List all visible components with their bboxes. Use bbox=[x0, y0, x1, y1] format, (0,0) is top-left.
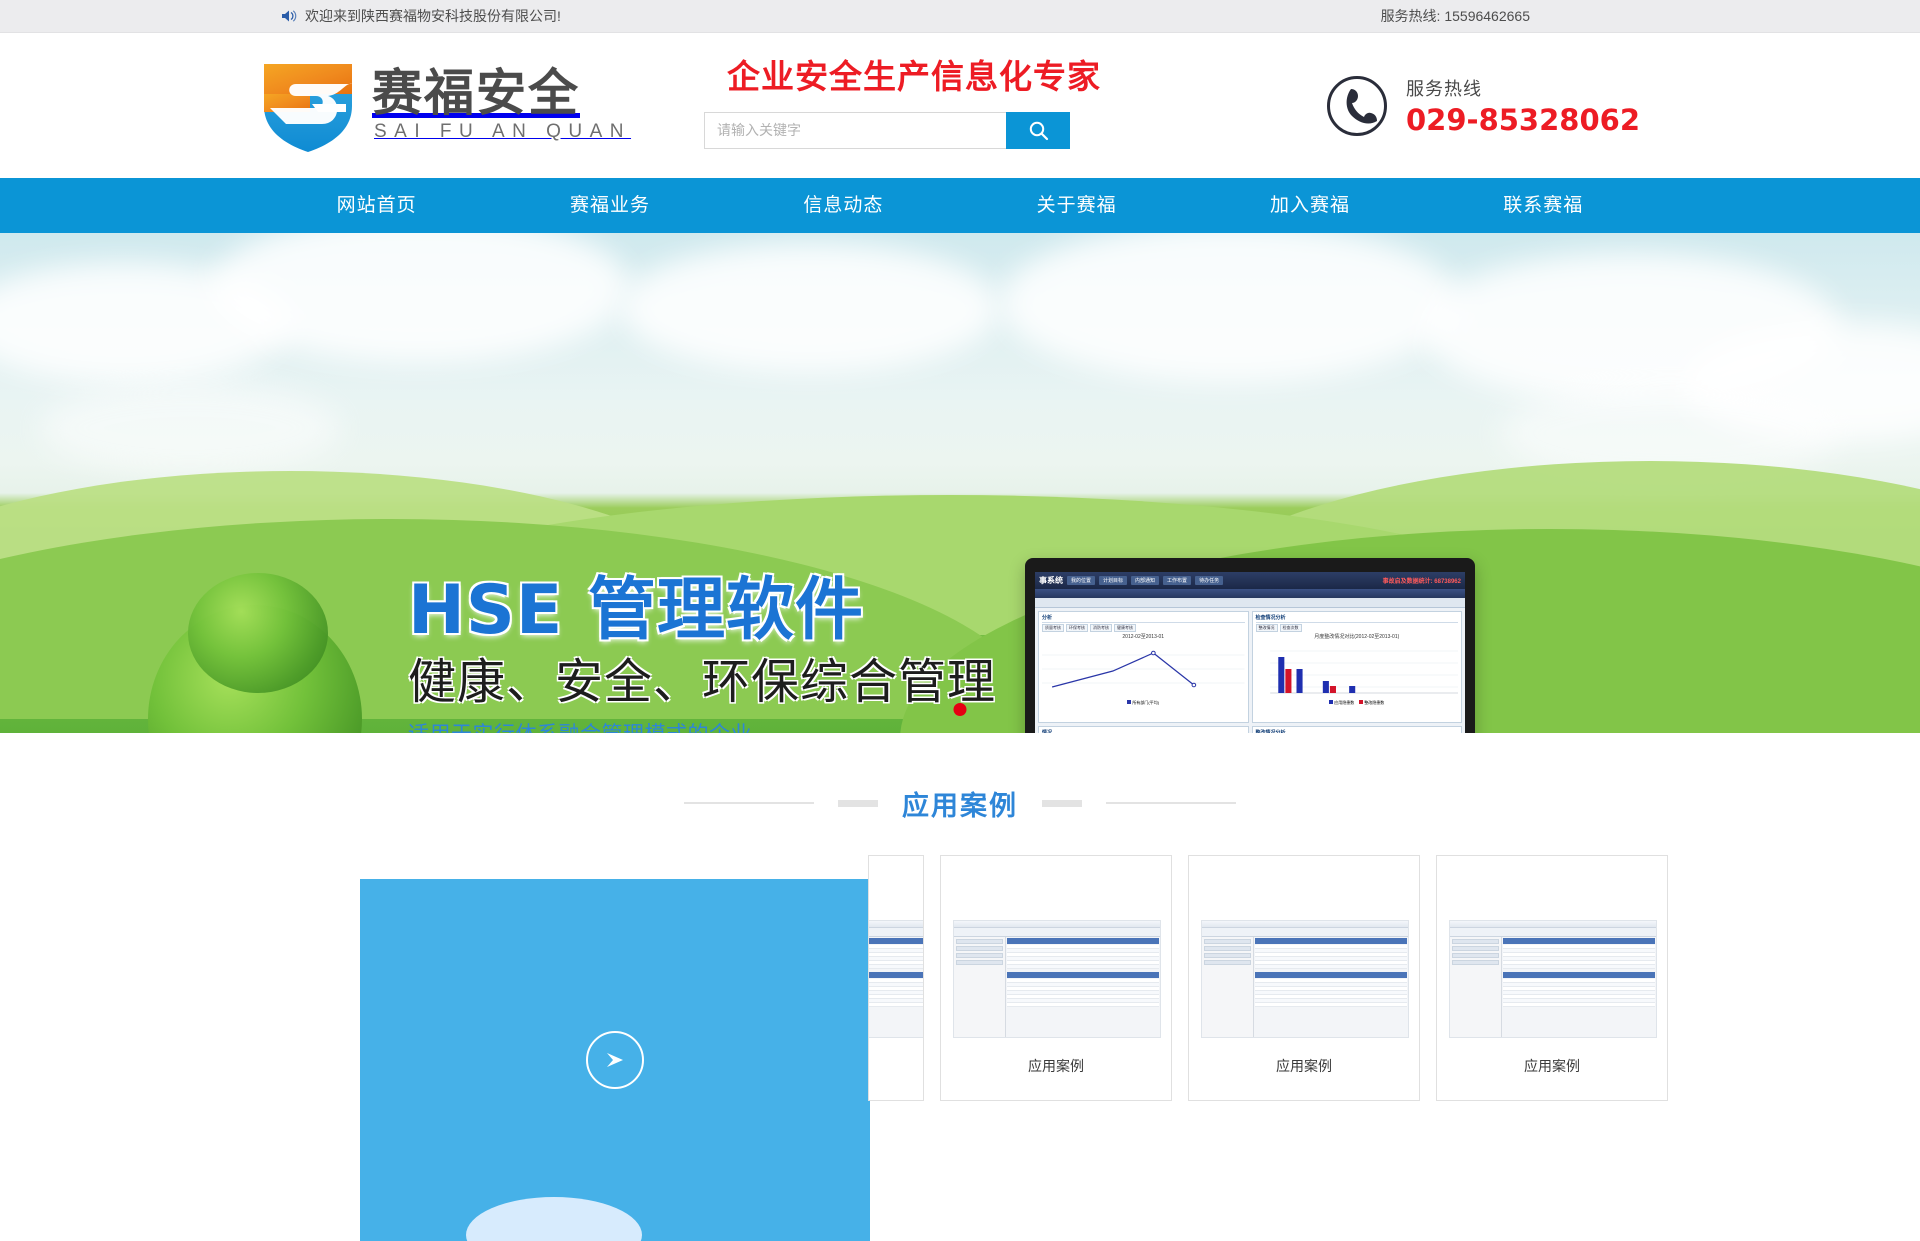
nav-item-home[interactable]: 网站首页 bbox=[260, 178, 493, 233]
case-thumb-image bbox=[1201, 920, 1409, 1038]
logo-title-en: SAI FU AN QUAN bbox=[374, 121, 632, 142]
case-thumb-2[interactable]: 应用案例 bbox=[1188, 855, 1420, 1101]
search-button[interactable] bbox=[1006, 111, 1070, 149]
dashboard-panel-pie: 情况 在用证书, 17个 bbox=[1038, 726, 1249, 733]
cases-carousel: 应用案例 应用案例 应用案例 bbox=[0, 855, 1920, 1241]
panel-title: 分析 bbox=[1042, 614, 1245, 623]
application-cases-section: 应用案例 应用案例 应用案例 应用案例 bbox=[0, 733, 1920, 1241]
saifu-shield-logo-icon bbox=[260, 60, 356, 152]
panel-tab: 检查次数 bbox=[1279, 624, 1302, 632]
search-input[interactable] bbox=[704, 111, 1006, 149]
app-subtab-bar bbox=[1035, 598, 1465, 608]
banner-subline-2: 适用于实行体系融合管理模式的企业 bbox=[408, 718, 996, 733]
carousel-dot-1[interactable] bbox=[953, 703, 967, 716]
panel-chart-title: 月度整改情况对比(2012-02至2013-01) bbox=[1314, 634, 1400, 640]
dashboard-panel-bar-2: 整改情况分析 隐患整改 及时整改率 2012-02至2013-01 bbox=[1251, 726, 1462, 733]
welcome-message: 欢迎来到陕西赛福物安科技股份有限公司! bbox=[280, 6, 561, 26]
search-icon bbox=[1028, 120, 1049, 141]
phone-icon bbox=[1326, 75, 1388, 137]
header-hotline: 服务热线 029-85328062 bbox=[1326, 75, 1640, 137]
heading-dash-left bbox=[838, 799, 878, 807]
panel-tab: 环保考核 bbox=[1066, 624, 1088, 632]
case-thumb-0[interactable] bbox=[868, 855, 924, 1101]
hero-banner-carousel[interactable]: HSE 管理软件 健康、安全、环保综合管理 适用于实行体系融合管理模式的企业 事… bbox=[0, 233, 1920, 733]
case-thumb-1[interactable]: 应用案例 bbox=[940, 855, 1172, 1101]
panel-tab: 整改情况 bbox=[1255, 624, 1278, 632]
banner-headline-en: HSE bbox=[408, 571, 564, 650]
chart-legend: 所有部门(平均) bbox=[1042, 700, 1245, 706]
chart-legend: 应用隐患数 整改隐患数 bbox=[1256, 700, 1459, 706]
banner-subline: 健康、安全、环保综合管理 bbox=[408, 654, 997, 711]
banner-headline-cn: 管理软件 bbox=[588, 571, 865, 650]
case-thumb-image bbox=[1449, 920, 1657, 1038]
section-heading: 应用案例 bbox=[0, 783, 1920, 823]
panel-tab: 质量考核 bbox=[1042, 624, 1064, 632]
heading-rule-right bbox=[1106, 802, 1236, 804]
legend-entry: 所有部门(平均) bbox=[1127, 700, 1159, 706]
monitor-screen: 事系统 我的位置 计划目标 内部通知 工作布置 待办任务 事故启及数据统计: 6… bbox=[1035, 572, 1465, 733]
top-utility-bar: ; 欢迎来到陕西赛福物安科技股份有限公司! 服务热线: 15596462665 bbox=[0, 0, 1920, 33]
case-thumb-caption: 应用案例 bbox=[1276, 1059, 1332, 1075]
app-title: 事系统 bbox=[1039, 576, 1063, 585]
carousel-indicators bbox=[953, 703, 967, 716]
tree-canopy-large-top bbox=[188, 573, 328, 693]
dashboard-panel-bar: 检查情况分析 整改情况 检查次数 月度整改情况对比(2012-02至2013-0… bbox=[1251, 611, 1462, 723]
app-dashboard-grid: 分析 质量考核 环保考核 消防考核 健康考核 2012-02至2013-01 所… bbox=[1035, 608, 1465, 733]
section-title: 应用案例 bbox=[902, 790, 1018, 822]
panel-tab: 健康考核 bbox=[1114, 624, 1136, 632]
dashboard-panel-line: 分析 质量考核 环保考核 消防考核 健康考核 2012-02至2013-01 所… bbox=[1038, 611, 1249, 723]
app-tab: 我的位置 bbox=[1067, 576, 1096, 585]
banner-headline-block: HSE 管理软件 健康、安全、环保综合管理 适用于实行体系融合管理模式的企业 bbox=[408, 571, 997, 733]
welcome-text: 欢迎来到陕西赛福物安科技股份有限公司! bbox=[305, 8, 561, 24]
line-chart bbox=[1042, 641, 1245, 699]
case-thumb-3[interactable]: 应用案例 bbox=[1436, 855, 1668, 1101]
case-thumbnail-strip: 应用案例 应用案例 应用案例 bbox=[868, 855, 1668, 1101]
panel-chart-title: 2012-02至2013-01 bbox=[1122, 634, 1165, 640]
nav-item-contact[interactable]: 联系赛福 bbox=[1427, 178, 1660, 233]
case-thumb-image bbox=[869, 920, 923, 1038]
cloud-decoration bbox=[40, 383, 340, 473]
case-video-player[interactable] bbox=[360, 879, 870, 1241]
panel-tab: 消防考核 bbox=[1090, 624, 1112, 632]
nav-item-news[interactable]: 信息动态 bbox=[727, 178, 960, 233]
nav-item-join[interactable]: 加入赛福 bbox=[1193, 178, 1426, 233]
banner-monitor-mockup: 事系统 我的位置 计划目标 内部通知 工作布置 待办任务 事故启及数据统计: 6… bbox=[1025, 558, 1475, 733]
panel-title: 整改情况分析 bbox=[1256, 729, 1459, 733]
legend-entry: 整改隐患数 bbox=[1359, 700, 1384, 706]
heading-dash-right bbox=[1042, 799, 1082, 807]
case-thumb-caption: 应用案例 bbox=[1524, 1059, 1580, 1075]
play-icon[interactable] bbox=[586, 1031, 644, 1089]
cloud-decoration bbox=[620, 243, 1000, 373]
search-bar bbox=[704, 111, 1070, 149]
app-tab: 计划目标 bbox=[1099, 576, 1128, 585]
site-logo[interactable]: 赛福安全 SAI FU AN QUAN bbox=[260, 60, 631, 152]
app-tab: 工作布置 bbox=[1163, 576, 1192, 585]
slogan-search-block: 企业安全生产信息化专家 bbox=[704, 57, 1124, 149]
heading-rule-left bbox=[684, 802, 814, 804]
nav-item-about[interactable]: 关于赛福 bbox=[960, 178, 1193, 233]
legend-entry: 应用隐患数 bbox=[1329, 700, 1354, 706]
app-toolbar bbox=[1035, 589, 1465, 598]
hotline-label: 服务热线 bbox=[1406, 79, 1482, 99]
logo-title-cn: 赛福安全 bbox=[372, 64, 580, 122]
nav-item-business[interactable]: 赛福业务 bbox=[493, 178, 726, 233]
site-slogan: 企业安全生产信息化专家 bbox=[727, 57, 1101, 96]
panel-title: 情况 bbox=[1042, 729, 1245, 733]
app-tab: 待办任务 bbox=[1195, 576, 1224, 585]
hotline-number: 029-85328062 bbox=[1406, 103, 1640, 137]
topbar-hotline: 服务热线: 15596462665 bbox=[1380, 8, 1530, 24]
case-thumb-image bbox=[953, 920, 1161, 1038]
banner-headline: HSE 管理软件 bbox=[408, 571, 996, 650]
app-tab: 内部通知 bbox=[1131, 576, 1160, 585]
panel-title: 检查情况分析 bbox=[1255, 614, 1458, 623]
case-thumb-caption: 应用案例 bbox=[1028, 1059, 1084, 1075]
bar-chart bbox=[1256, 641, 1458, 699]
app-warning-text: 事故启及数据统计: 68738962 bbox=[1382, 579, 1461, 585]
main-navigation: 网站首页 赛福业务 信息动态 关于赛福 加入赛福 联系赛福 bbox=[0, 178, 1920, 233]
app-topbar: 事系统 我的位置 计划目标 内部通知 工作布置 待办任务 事故启及数据统计: 6… bbox=[1035, 572, 1465, 589]
cloud-decoration bbox=[1000, 233, 1460, 383]
speaker-icon bbox=[280, 8, 297, 24]
site-header: 赛福安全 SAI FU AN QUAN 企业安全生产信息化专家 请输入关键字 服… bbox=[0, 33, 1920, 178]
